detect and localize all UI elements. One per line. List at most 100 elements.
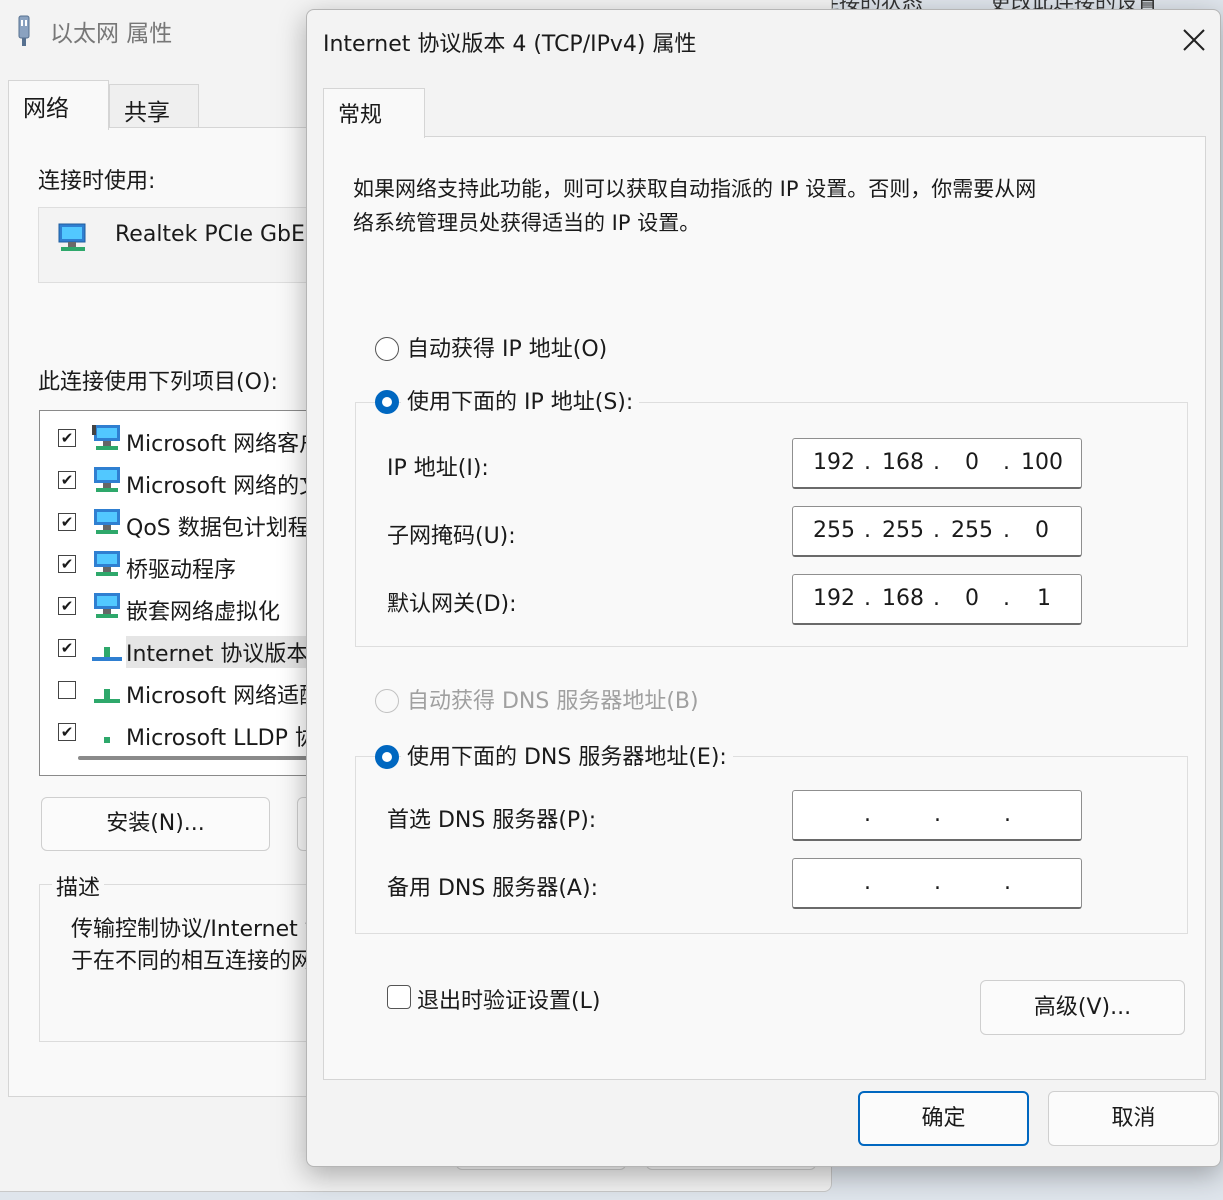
ip-separator: .	[1004, 870, 1011, 895]
advanced-button[interactable]: 高级(V)...	[980, 980, 1185, 1035]
alternate-dns-label: 备用 DNS 服务器(A):	[387, 876, 598, 901]
default-gateway-field[interactable]: 192 . 168 . 0 . 1	[792, 574, 1082, 625]
preferred-dns-label: 首选 DNS 服务器(P):	[387, 808, 597, 833]
alternate-dns-field[interactable]: . . .	[792, 858, 1082, 909]
ip-separator: .	[864, 870, 871, 895]
network-protocol-icon	[104, 737, 110, 743]
tab-network[interactable]: 网络	[8, 80, 109, 130]
subnet-mask-field[interactable]: 255 . 255 . 255 . 0	[792, 506, 1082, 557]
list-item[interactable]: ✔ Microsoft 网络客户端	[52, 417, 329, 457]
manual-ip-label[interactable]: 使用下面的 IP 地址(S):	[401, 384, 640, 416]
subnet-mask-label: 子网掩码(U):	[387, 524, 516, 549]
ip-separator: .	[864, 518, 871, 543]
ip-address-label: IP 地址(I):	[387, 456, 489, 481]
item-label: Microsoft 网络客户端	[126, 432, 329, 457]
auto-ip-label[interactable]: 自动获得 IP 地址(O)	[407, 331, 607, 363]
description-label: 描述	[52, 870, 105, 902]
adapter-name: Realtek PCIe GbE	[115, 222, 305, 247]
auto-dns-label[interactable]: 自动获得 DNS 服务器地址(B)	[407, 683, 699, 715]
ip-separator: .	[1003, 450, 1010, 475]
list-item[interactable]: ✔ Internet 协议版本 4 (TCP/IPv4)	[52, 627, 328, 668]
cancel-button[interactable]: 取消	[1048, 1091, 1219, 1146]
ip-separator: .	[934, 802, 941, 827]
intro-line: 络系统管理员处获得适当的 IP 设置。	[353, 211, 701, 235]
item-checkbox[interactable]: ✔	[58, 513, 76, 531]
ip-octet: 0	[965, 450, 979, 475]
ip-octet: 192	[813, 586, 855, 611]
item-checkbox[interactable]: ✔	[58, 639, 76, 657]
items-list-label: 此连接使用下列项目(O):	[38, 370, 278, 395]
tab-general[interactable]: 常规	[323, 88, 425, 138]
ip-octet: 0	[1035, 518, 1049, 543]
preferred-dns-field[interactable]: . . .	[792, 790, 1082, 841]
horizontal-scrollbar[interactable]	[78, 756, 318, 760]
list-item[interactable]: Microsoft 网络适配器多路传送器协议	[52, 669, 328, 709]
description-line: 传输控制协议/Internet 协议。该协议是默认的广域网络协议，用	[71, 917, 331, 942]
description-text: 传输控制协议/Internet 协议。该协议是默认的广域网络协议，用 于在不同的…	[71, 914, 331, 978]
list-item[interactable]: ✔ QoS 数据包计划程序	[52, 501, 329, 541]
item-checkbox[interactable]: ✔	[58, 555, 76, 573]
default-gateway-label: 默认网关(D):	[387, 592, 517, 617]
ip-separator: .	[1003, 586, 1010, 611]
install-button[interactable]: 安装(N)...	[41, 797, 270, 851]
tab-sharing[interactable]: 共享	[109, 84, 199, 128]
ipv4-properties-dialog: Internet 协议版本 4 (TCP/IPv4) 属性 常规 如果网络支持此…	[306, 9, 1221, 1167]
network-adapter-icon	[58, 223, 86, 251]
manual-dns-label[interactable]: 使用下面的 DNS 服务器地址(E):	[401, 739, 733, 771]
ok-button[interactable]: 确定	[858, 1091, 1029, 1146]
ip-separator: .	[864, 586, 871, 611]
ip-separator: .	[933, 586, 940, 611]
ip-octet: 168	[882, 450, 924, 475]
ip-octet: 1	[1037, 586, 1051, 611]
ip-separator: .	[934, 870, 941, 895]
description-line: 于在不同的相互连接的网络上通信。	[71, 949, 331, 974]
ip-octet: 255	[951, 518, 993, 543]
ip-separator: .	[933, 450, 940, 475]
network-service-icon	[94, 551, 120, 576]
network-service-icon	[94, 509, 120, 534]
close-icon[interactable]	[1174, 22, 1214, 58]
dialog-title: Internet 协议版本 4 (TCP/IPv4) 属性	[323, 32, 697, 57]
intro-text: 如果网络支持此功能，则可以获取自动指派的 IP 设置。否则，你需要从网 络系统管…	[353, 172, 1153, 240]
list-item[interactable]: ✔ Microsoft 网络的文件和打印机共享	[52, 459, 328, 499]
network-client-icon	[92, 425, 120, 450]
validate-on-exit-label[interactable]: 退出时验证设置(L)	[417, 983, 600, 1015]
ip-separator: .	[1003, 518, 1010, 543]
item-checkbox[interactable]	[58, 681, 76, 699]
ip-octet: 100	[1021, 450, 1063, 475]
manual-ip-radio[interactable]	[375, 390, 399, 414]
ip-separator: .	[1004, 802, 1011, 827]
manual-dns-radio[interactable]	[375, 745, 399, 769]
ip-octet: 168	[882, 586, 924, 611]
window-title: 以太网 属性	[50, 21, 173, 47]
auto-dns-radio[interactable]	[375, 689, 399, 713]
ip-address-field[interactable]: 192 . 168 . 0 . 100	[792, 438, 1082, 489]
item-checkbox[interactable]: ✔	[58, 597, 76, 615]
item-label: Microsoft 网络适配器多路传送器协议	[126, 684, 328, 709]
list-item[interactable]: ✔ 嵌套网络虚拟化	[52, 585, 328, 625]
ip-octet: 255	[813, 518, 855, 543]
list-item[interactable]: ✔ Microsoft LLDP 协议驱动程序	[52, 711, 328, 751]
auto-ip-radio[interactable]	[375, 337, 399, 361]
network-service-icon	[94, 593, 120, 618]
network-service-icon	[94, 467, 120, 492]
item-checkbox[interactable]: ✔	[58, 471, 76, 489]
list-item[interactable]: ✔ 桥驱动程序	[52, 543, 328, 583]
intro-line: 如果网络支持此功能，则可以获取自动指派的 IP 设置。否则，你需要从网	[353, 177, 1037, 201]
item-checkbox[interactable]: ✔	[58, 723, 76, 741]
item-label: QoS 数据包计划程序	[126, 516, 329, 541]
item-label: Microsoft 网络的文件和打印机共享	[126, 474, 328, 499]
network-protocol-icon	[92, 647, 122, 661]
components-list[interactable]: ✔ Microsoft 网络客户端 ✔ Microsoft 网络的文件和打印机共…	[39, 410, 329, 776]
item-label: Internet 协议版本 4 (TCP/IPv4)	[126, 636, 328, 668]
connect-using-label: 连接时使用:	[38, 169, 156, 194]
item-label: Microsoft LLDP 协议驱动程序	[126, 726, 328, 751]
validate-on-exit-checkbox[interactable]	[387, 985, 411, 1009]
item-checkbox[interactable]: ✔	[58, 429, 76, 447]
ip-separator: .	[933, 518, 940, 543]
ip-octet: 255	[882, 518, 924, 543]
ip-separator: .	[864, 450, 871, 475]
item-label: 桥驱动程序	[126, 558, 237, 583]
ip-separator: .	[864, 802, 871, 827]
ip-octet: 192	[813, 450, 855, 475]
